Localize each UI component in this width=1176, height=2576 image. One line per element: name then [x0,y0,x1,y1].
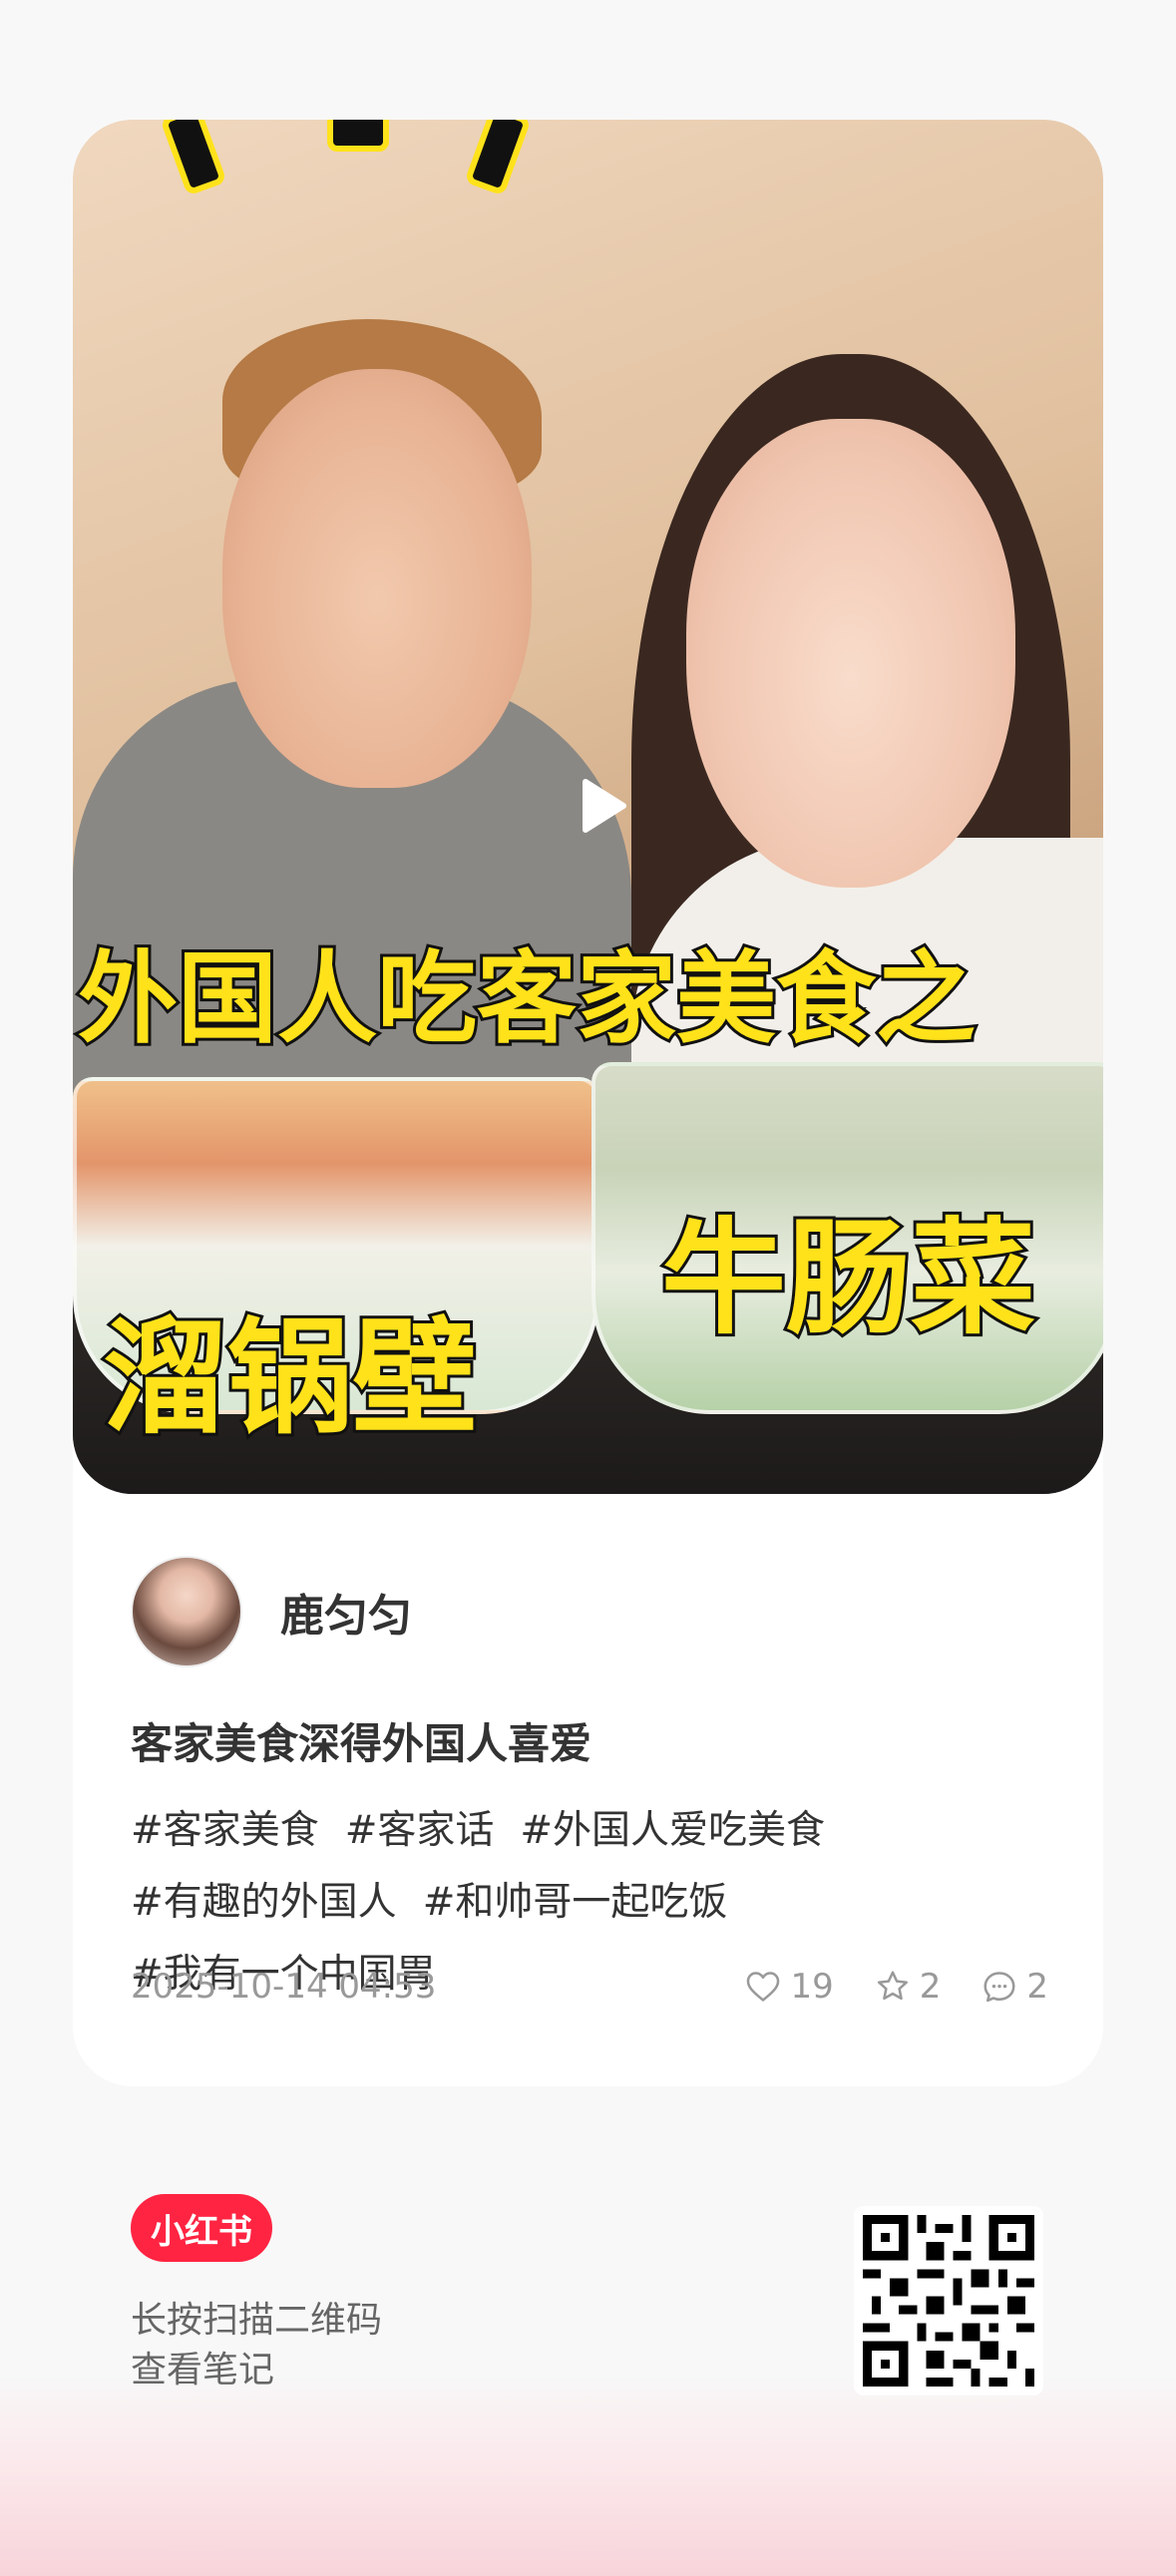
hashtag[interactable]: #外国人爱吃美食 [520,1808,825,1853]
video-overlay-title: 外国人吃客家美食之 [75,937,979,1060]
note-card[interactable]: 外国人吃客家美食之 牛肠菜 溜锅壁 鹿匀匀 客家美食深得外国人喜爱 #客家美食 #… [73,120,1103,2086]
hashtag[interactable]: #客家美食 [131,1808,319,1853]
post-meta: 2025-10-14 04:53 19 2 2 [131,1967,1048,2007]
star-icon [877,1971,908,2001]
play-icon[interactable] [572,776,631,836]
hashtag[interactable]: #有趣的外国人 [131,1880,397,1925]
qr-hint-line-2: 查看笔记 [131,2350,275,2391]
post-timestamp: 2025-10-14 04:53 [131,1967,437,2007]
author-row[interactable]: 鹿匀匀 [131,1556,412,1667]
comment-icon [983,1972,1015,2003]
engagement-stats: 19 2 2 [704,1967,1048,2007]
video-overlay-dish-right: 牛肠菜 [658,1204,1038,1354]
hashtag[interactable]: #客家话 [345,1808,495,1853]
collect-count: 2 [919,1967,942,2007]
qr-hint: 长按扫描二维码 查看笔记 [131,2296,382,2395]
avatar[interactable] [131,1556,242,1667]
qr-code[interactable] [854,2206,1043,2395]
comment-stat[interactable]: 2 [980,1967,1048,2007]
comment-count: 2 [1026,1967,1048,2007]
video-cover[interactable]: 外国人吃客家美食之 牛肠菜 溜锅壁 [73,120,1103,1494]
qr-hint-line-1: 长按扫描二维码 [131,2300,383,2341]
author-name[interactable]: 鹿匀匀 [280,1580,412,1644]
post-title: 客家美食深得外国人喜爱 [131,1719,592,1768]
woman-face [686,419,1015,888]
decoration-mark [327,120,389,152]
heart-icon [747,1972,780,2002]
collect-stat[interactable]: 2 [874,1967,942,2007]
xiaohongshu-logo: 小红书 [131,2194,272,2262]
like-stat[interactable]: 19 [744,1967,834,2007]
man-face [222,369,532,788]
like-count: 19 [790,1967,834,2007]
hashtag[interactable]: #和帅哥一起吃饭 [423,1880,728,1925]
video-overlay-dish-left: 溜锅壁 [100,1303,480,1454]
